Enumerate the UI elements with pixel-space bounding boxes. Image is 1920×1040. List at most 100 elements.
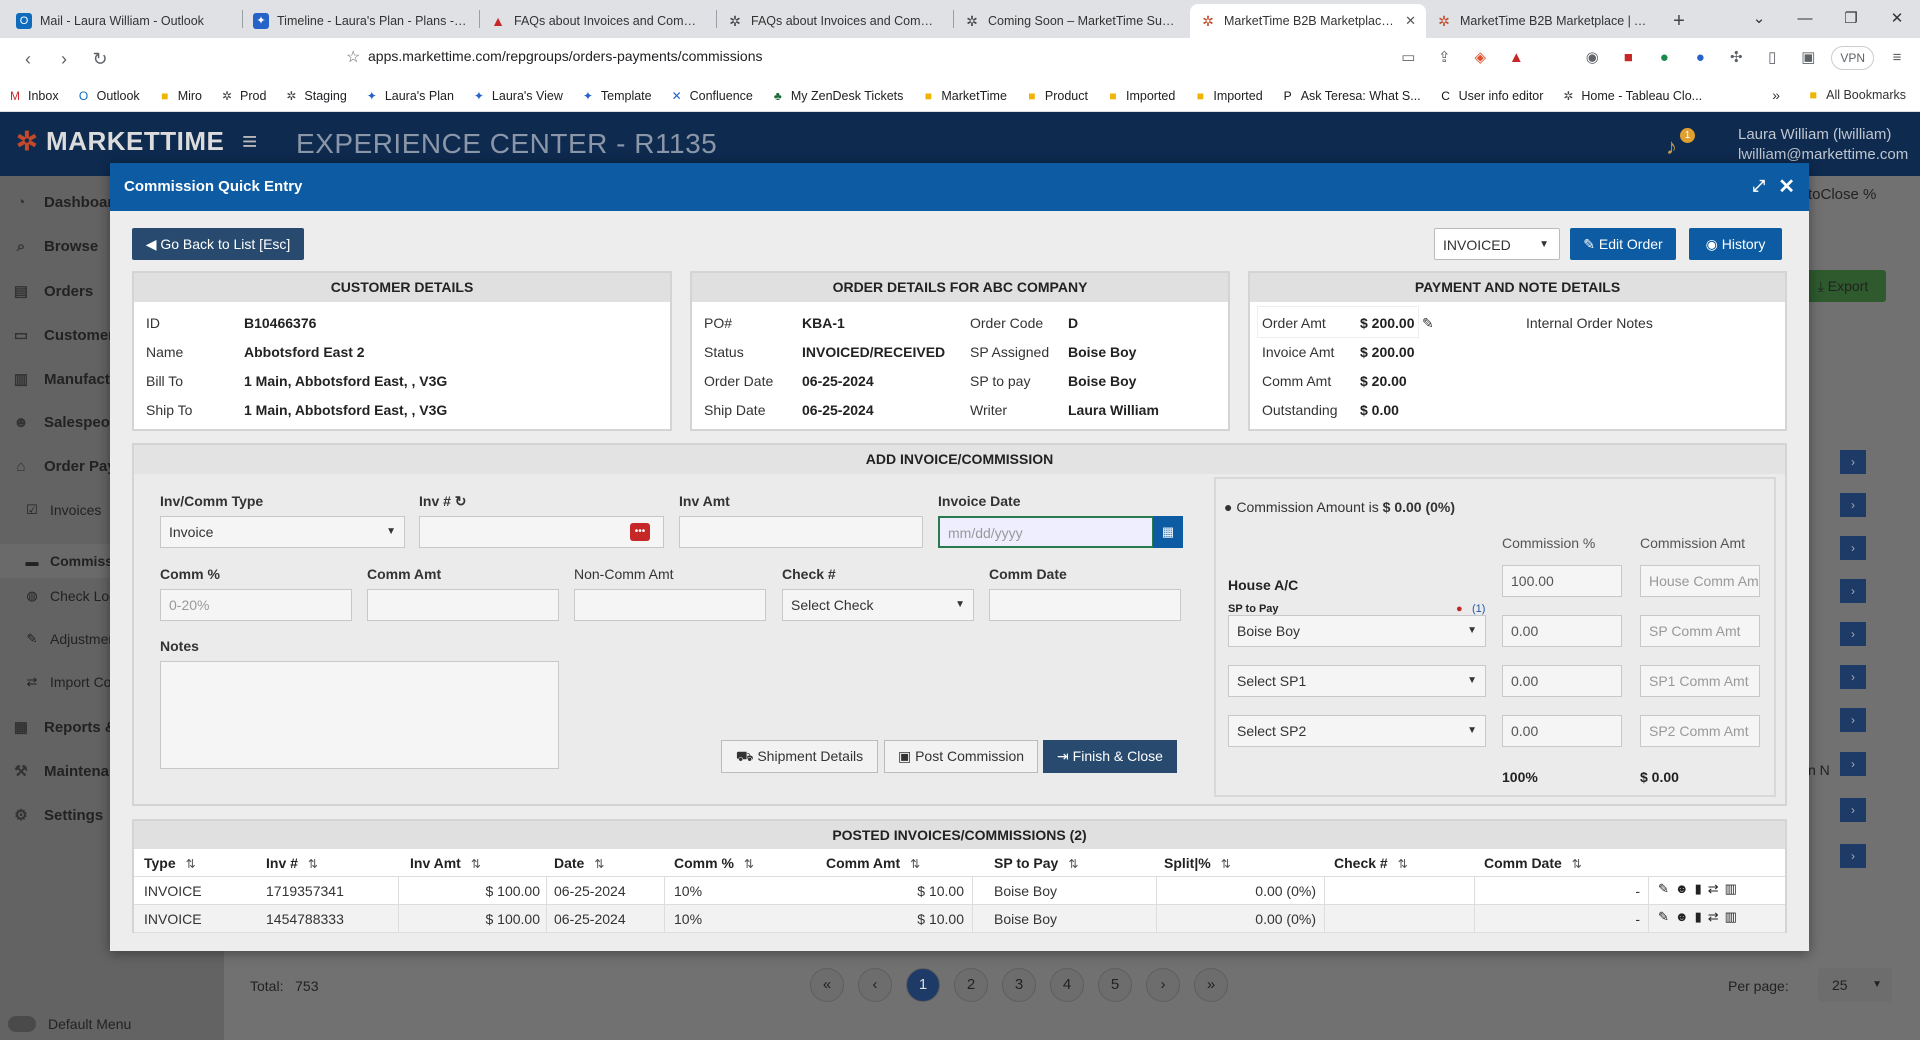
- minimize-icon[interactable]: —: [1782, 0, 1828, 38]
- col-date[interactable]: Date ⇅: [554, 855, 604, 871]
- export-button[interactable]: ⤓ Export: [1800, 270, 1886, 302]
- sidebar-item-order-pay[interactable]: ⌂ Order Pay: [10, 458, 115, 475]
- browser-tab[interactable]: ✲ Coming Soon – MarketTime Suppor: [954, 4, 1190, 38]
- share-icon[interactable]: ⇪: [1431, 44, 1457, 72]
- post-commission-button[interactable]: ▣ Post Commission: [884, 740, 1038, 773]
- col-inv-amt[interactable]: Inv Amt ⇅: [410, 855, 481, 871]
- bell-icon[interactable]: ♪: [1666, 134, 1677, 160]
- check-select[interactable]: Select Check ▼: [782, 589, 974, 621]
- bookmark-item[interactable]: ■ Miro: [158, 89, 202, 103]
- sidebar-item-settings[interactable]: ⚙ Settings: [10, 806, 103, 825]
- sidebar-item-customers[interactable]: ▭ Customers: [10, 326, 122, 345]
- refresh-icon[interactable]: ↻: [455, 493, 467, 510]
- bookmark-item[interactable]: ✦ Template: [581, 89, 652, 103]
- row-expand-icon[interactable]: ›: [1840, 493, 1866, 517]
- bookmark-item[interactable]: ■ Product: [1025, 89, 1088, 103]
- row-expand-icon[interactable]: ›: [1840, 752, 1866, 776]
- swap-icon[interactable]: ⇄: [1708, 881, 1719, 897]
- bookmark-item[interactable]: ✦ Laura's Plan: [365, 89, 454, 103]
- wallet-icon[interactable]: ▣: [1795, 44, 1821, 72]
- sidebar-item-maintenance[interactable]: ⚒ Maintena: [10, 762, 109, 781]
- bookmark-item[interactable]: ✕ Confluence: [670, 89, 753, 103]
- bookmark-item[interactable]: O Outlook: [77, 89, 140, 103]
- pencil-icon[interactable]: ✎: [1658, 881, 1669, 897]
- bookmark-item[interactable]: ■ Imported: [1106, 89, 1175, 103]
- page-number[interactable]: 2: [954, 968, 988, 1002]
- col-inv[interactable]: Inv # ⇅: [266, 855, 318, 871]
- col-type[interactable]: Type ⇅: [144, 855, 196, 871]
- row-expand-icon[interactable]: ›: [1840, 622, 1866, 646]
- new-tab-icon[interactable]: +: [1662, 4, 1696, 38]
- extensions-icon[interactable]: ✣: [1723, 44, 1749, 72]
- note-icon[interactable]: ▮: [1695, 881, 1702, 897]
- camera-icon[interactable]: ◉: [1579, 44, 1605, 72]
- window-close-icon[interactable]: ✕: [1874, 0, 1920, 38]
- bookmark-item[interactable]: ■ MarketTime: [921, 89, 1007, 103]
- row-expand-icon[interactable]: ›: [1840, 844, 1866, 868]
- col-sp[interactable]: SP to Pay ⇅: [994, 855, 1078, 871]
- status-select[interactable]: INVOICED ▼: [1434, 228, 1560, 260]
- reload-icon[interactable]: ↻: [84, 43, 116, 75]
- close-icon[interactable]: ✕: [1778, 163, 1795, 211]
- row-expand-icon[interactable]: ›: [1840, 450, 1866, 474]
- sidebar-item-browse[interactable]: ⌕ Browse: [10, 238, 98, 255]
- bookmark-item[interactable]: ✲ Staging: [284, 89, 346, 103]
- house-amt-input[interactable]: House Comm Amt: [1640, 565, 1760, 597]
- page-prev[interactable]: ‹: [858, 968, 892, 1002]
- inv-amount-input[interactable]: [679, 516, 923, 548]
- sidebar-item-dashboard[interactable]: ◔ Dashboard: [10, 194, 122, 211]
- sp-select[interactable]: Boise Boy ▼: [1228, 615, 1486, 647]
- page-next[interactable]: ›: [1146, 968, 1180, 1002]
- bookmark-item[interactable]: ✲ Prod: [220, 89, 266, 103]
- page-number[interactable]: 5: [1098, 968, 1132, 1002]
- sp-pct-input[interactable]: 0.00: [1502, 615, 1622, 647]
- tab-search-icon[interactable]: ⌄: [1736, 0, 1782, 38]
- user-name[interactable]: Laura William (lwilliam): [1738, 126, 1891, 143]
- browser-tab[interactable]: O Mail - Laura William - Outlook: [6, 4, 242, 38]
- note-icon[interactable]: ▮: [1695, 909, 1702, 925]
- house-pct-input[interactable]: 100.00: [1502, 565, 1622, 597]
- page-first[interactable]: «: [810, 968, 844, 1002]
- sp1-amt-input[interactable]: SP1 Comm Amt: [1640, 665, 1760, 697]
- sidebar-subitem-import[interactable]: ⇄ Import Co: [24, 674, 112, 690]
- bookmark-item[interactable]: ✲ Home - Tableau Clo...: [1561, 89, 1702, 103]
- browser-tab[interactable]: ✲ FAQs about Invoices and Commissio: [717, 4, 953, 38]
- bookmark-icon[interactable]: ☆: [346, 47, 360, 67]
- extension-red-icon[interactable]: ■: [1615, 44, 1641, 72]
- users-icon[interactable]: ☻: [1675, 909, 1689, 925]
- sp2-amt-input[interactable]: SP2 Comm Amt: [1640, 715, 1760, 747]
- inv-type-select[interactable]: Invoice ▼: [160, 516, 405, 548]
- more-bookmarks-icon[interactable]: »: [1772, 87, 1780, 103]
- sp2-pct-input[interactable]: 0.00: [1502, 715, 1622, 747]
- close-icon[interactable]: ✕: [1405, 13, 1416, 29]
- more-dots-icon[interactable]: •••: [630, 523, 650, 541]
- browser-tab[interactable]: ▲ FAQs about Invoices and Commissio: [480, 4, 716, 38]
- browser-tab[interactable]: ✦ Timeline - Laura's Plan - Plans - Mar: [243, 4, 479, 38]
- bookmark-item[interactable]: P Ask Teresa: What S...: [1281, 89, 1421, 103]
- browser-tab-active[interactable]: ✲ MarketTime B2B Marketplace | A ✕: [1190, 4, 1426, 38]
- col-comm-pct[interactable]: Comm % ⇅: [674, 855, 754, 871]
- swap-icon[interactable]: ⇄: [1708, 909, 1719, 925]
- brave-rewards-icon[interactable]: ▲: [1503, 44, 1529, 72]
- comm-amt-input[interactable]: [367, 589, 559, 621]
- extension-green-icon[interactable]: ●: [1651, 44, 1677, 72]
- vpn-button[interactable]: VPN: [1831, 46, 1874, 70]
- toggle-switch[interactable]: [8, 1016, 36, 1032]
- sp-amt-input[interactable]: SP Comm Amt: [1640, 615, 1760, 647]
- col-comm-date[interactable]: Comm Date ⇅: [1484, 855, 1582, 871]
- page-last[interactable]: »: [1194, 968, 1228, 1002]
- row-expand-icon[interactable]: ›: [1840, 798, 1866, 822]
- trash-icon[interactable]: ▥: [1725, 881, 1737, 897]
- trash-icon[interactable]: ▥: [1725, 909, 1737, 925]
- history-button[interactable]: ◉ History: [1689, 228, 1782, 260]
- sidebar-item-orders[interactable]: ▤ Orders: [10, 282, 93, 301]
- bookmark-item[interactable]: ■ Imported: [1193, 89, 1263, 103]
- shipment-details-button[interactable]: ⛟ Shipment Details: [721, 740, 878, 773]
- menu-icon[interactable]: ≡: [1884, 44, 1910, 72]
- sp1-select[interactable]: Select SP1 ▼: [1228, 665, 1486, 697]
- row-expand-icon[interactable]: ›: [1840, 579, 1866, 603]
- page-number[interactable]: 4: [1050, 968, 1084, 1002]
- maximize-icon[interactable]: ⤢: [1752, 163, 1765, 211]
- pencil-icon[interactable]: ✎: [1422, 315, 1434, 332]
- sp-count[interactable]: (1): [1472, 603, 1485, 615]
